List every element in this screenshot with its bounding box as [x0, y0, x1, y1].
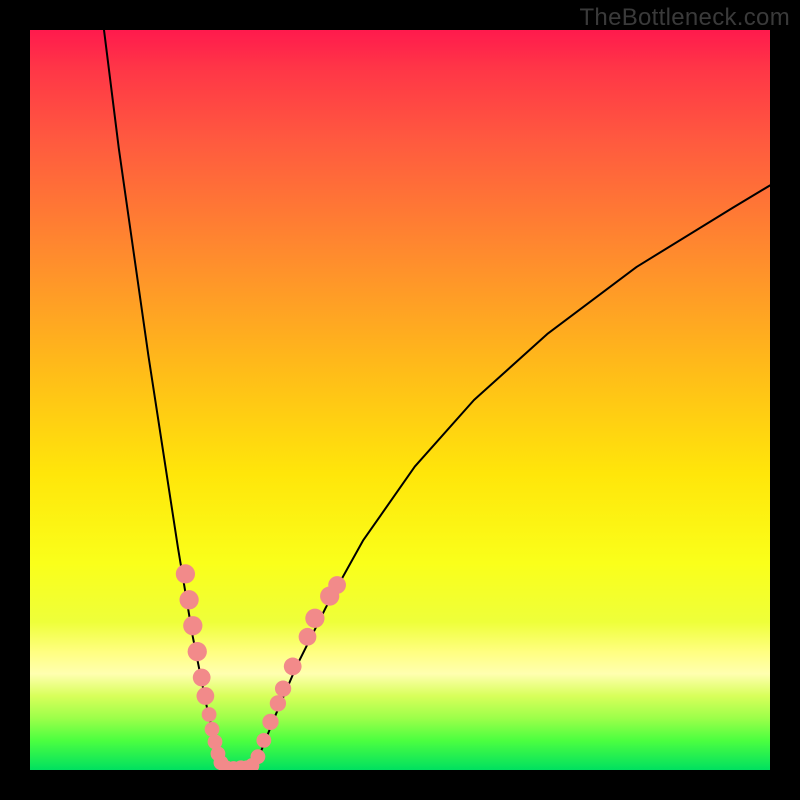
curve-left-branch: [104, 30, 222, 770]
data-marker: [251, 749, 266, 764]
data-marker: [305, 609, 324, 628]
data-marker: [270, 695, 286, 711]
data-marker: [262, 714, 278, 730]
data-marker: [256, 733, 271, 748]
marker-layer: [176, 564, 346, 770]
data-marker: [193, 669, 211, 687]
chart-svg: [30, 30, 770, 770]
curve-right-branch: [252, 185, 770, 770]
data-marker: [179, 590, 198, 609]
data-marker: [299, 628, 317, 646]
data-marker: [183, 616, 202, 635]
data-marker: [284, 658, 302, 676]
curve-layer: [104, 30, 770, 770]
chart-frame: TheBottleneck.com: [0, 0, 800, 800]
data-marker: [205, 722, 220, 737]
data-marker: [328, 576, 346, 594]
data-marker: [176, 564, 195, 583]
data-marker: [275, 680, 291, 696]
watermark-text: TheBottleneck.com: [579, 4, 790, 32]
data-marker: [188, 642, 207, 661]
data-marker: [197, 687, 215, 705]
data-marker: [202, 707, 217, 722]
plot-area: [30, 30, 770, 770]
